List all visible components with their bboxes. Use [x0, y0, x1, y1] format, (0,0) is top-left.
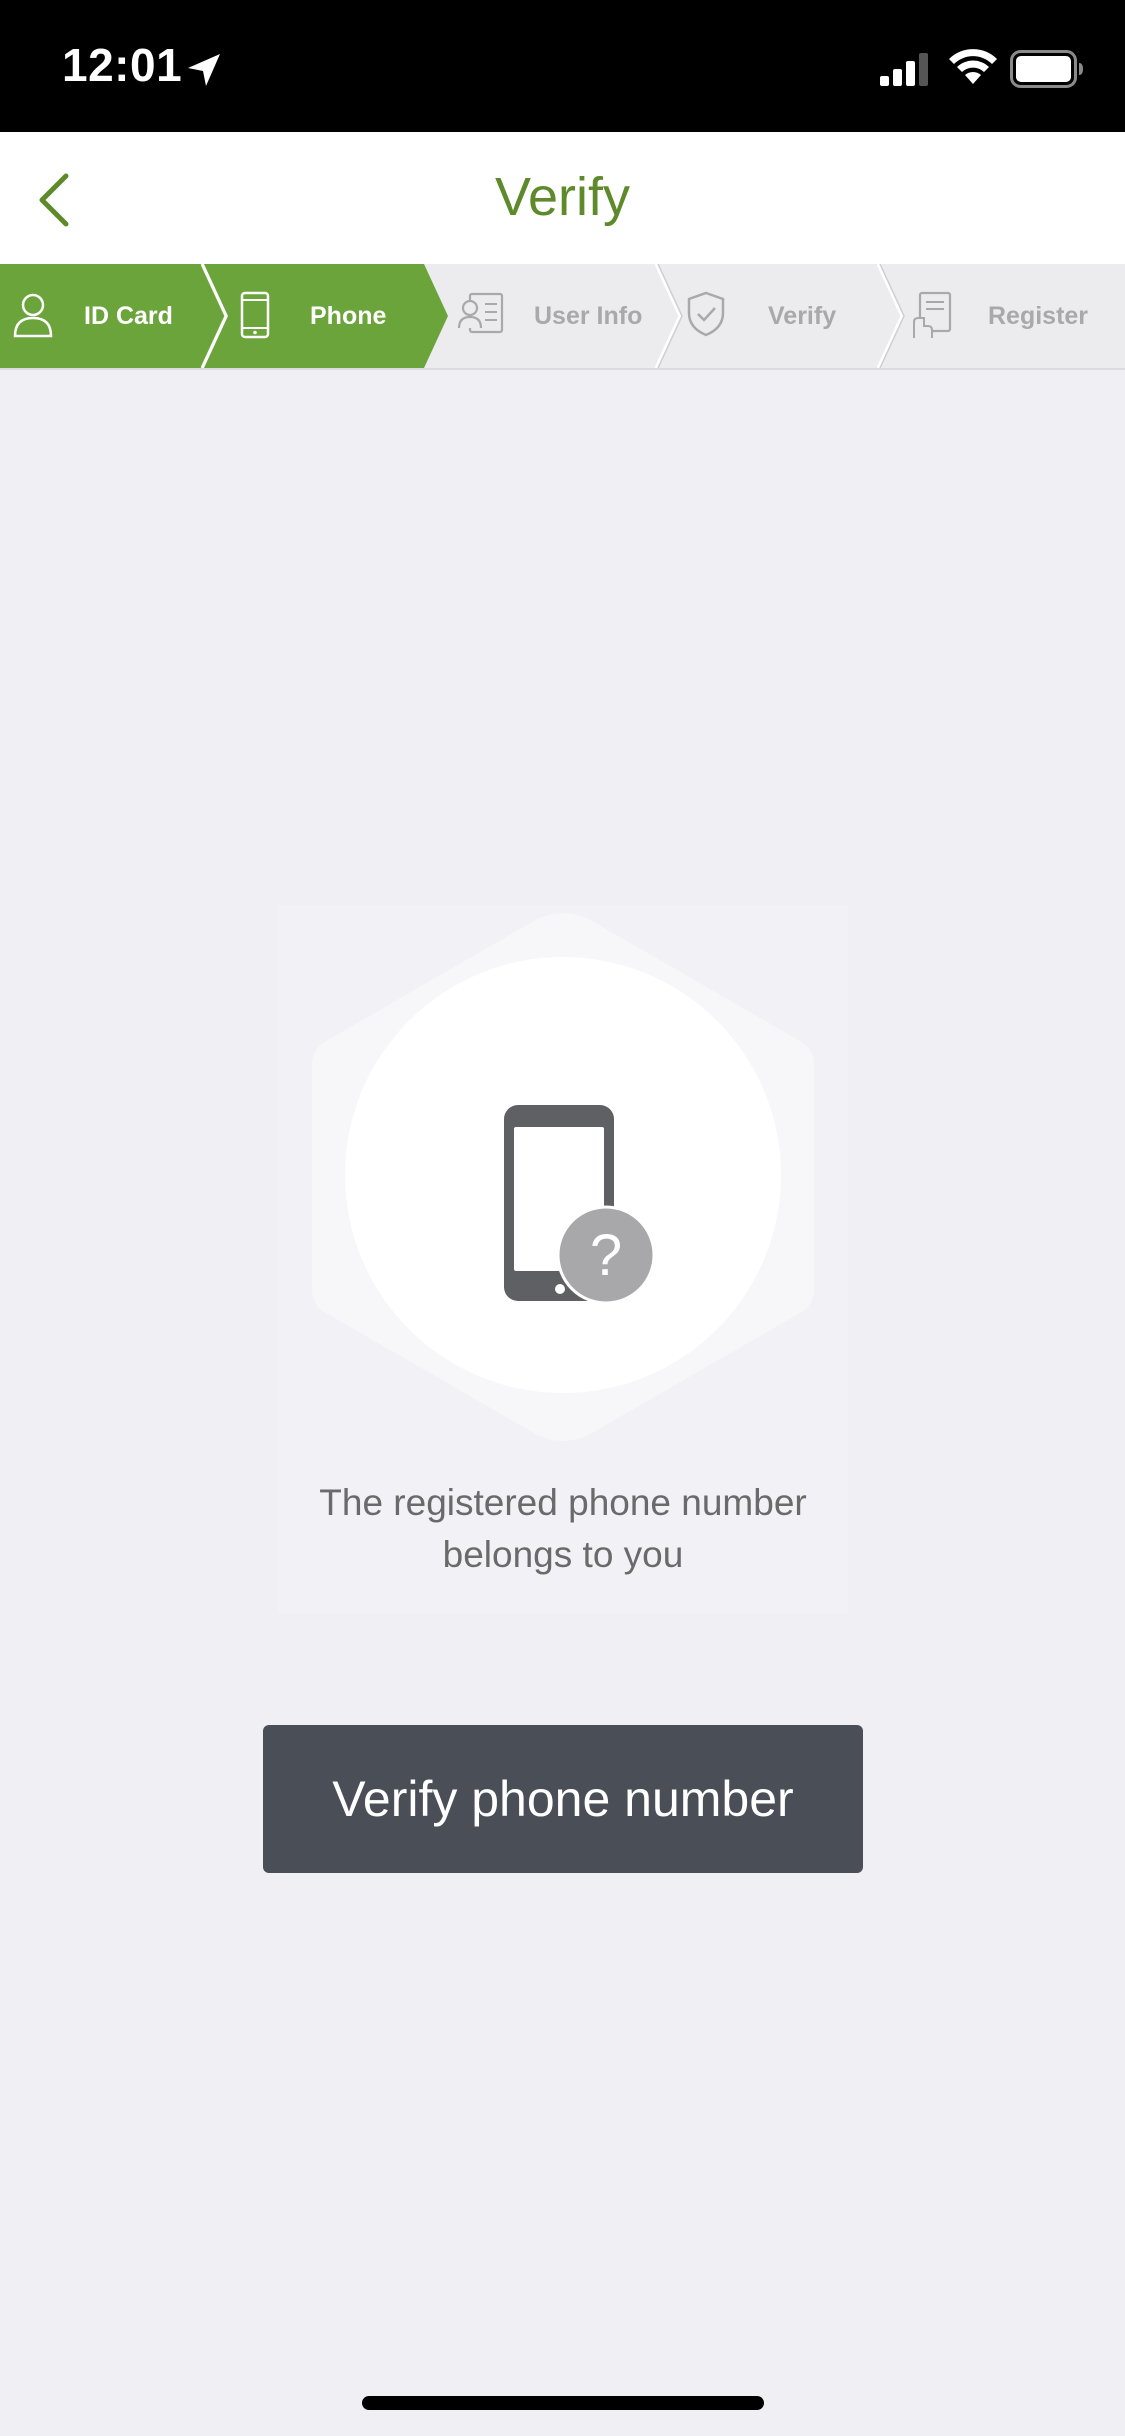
phone-icon [240, 291, 270, 339]
document-sign-icon [913, 291, 952, 338]
id-card-icon [457, 292, 504, 334]
card-text-line1: The registered phone number [319, 1482, 807, 1523]
step-register[interactable]: Register [902, 264, 1125, 368]
phone-question-illustration: ? [312, 913, 814, 1441]
cellular-signal-icon [880, 53, 928, 86]
home-indicator[interactable] [362, 2396, 764, 2410]
svg-text:?: ? [590, 1223, 622, 1288]
shield-check-icon [687, 291, 725, 337]
battery-icon [1010, 50, 1083, 88]
step-user-info[interactable]: User Info [452, 264, 662, 368]
person-icon [13, 293, 53, 338]
step-label-register: Register [988, 301, 1089, 330]
step-id-card[interactable]: ID Card [0, 264, 210, 368]
step-phone[interactable]: Phone [226, 264, 436, 368]
step-label-phone: Phone [310, 301, 387, 330]
wifi-icon [949, 49, 997, 84]
step-label-id-card: ID Card [84, 301, 173, 330]
card-description: The registered phone number belongs to y… [278, 1477, 848, 1581]
step-label-verify: Verify [768, 301, 837, 330]
status-time: 12:01 [62, 39, 183, 91]
card-text-line2: belongs to you [442, 1534, 684, 1575]
navigation-bar: Verify [0, 132, 1125, 264]
phone-verification-card: ? The registered phone number belongs to… [278, 905, 848, 1613]
step-verify[interactable]: Verify [680, 264, 880, 368]
status-bar: 12:01 [0, 0, 1125, 132]
step-label-user-info: User Info [534, 301, 643, 330]
progress-steps: ID Card Phone User Info Verify Register [0, 264, 1125, 370]
location-arrow-icon [188, 54, 220, 86]
verify-phone-button[interactable]: Verify phone number [263, 1725, 863, 1873]
page-title: Verify [494, 167, 631, 227]
